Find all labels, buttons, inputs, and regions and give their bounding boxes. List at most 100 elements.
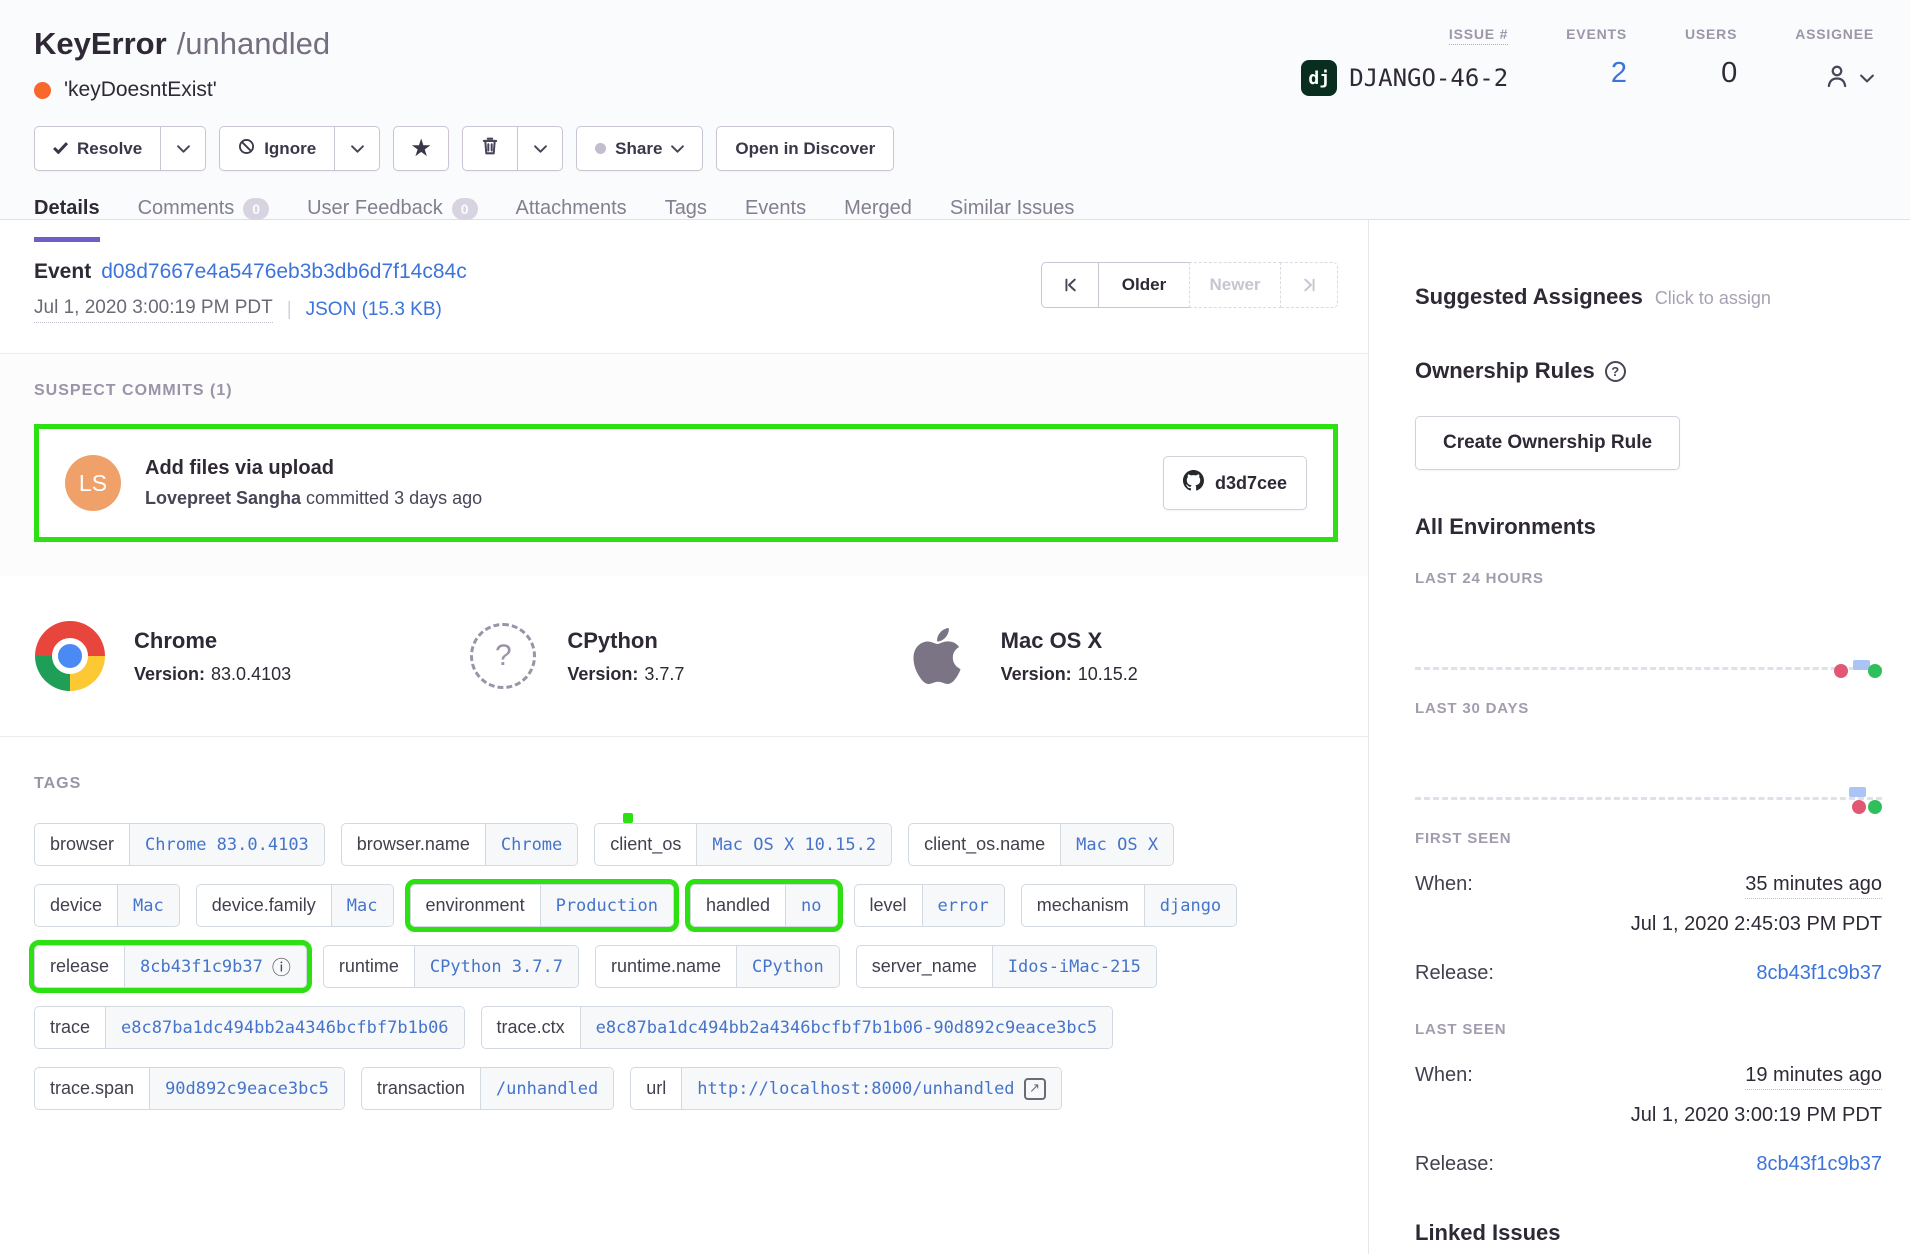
tag-key: mechanism [1022, 885, 1144, 926]
tag-value-link[interactable]: Mac OS X [1060, 824, 1173, 865]
tag-value-text: CPython [752, 957, 824, 977]
tags-heading: TAGS [34, 775, 1334, 793]
separator: | [287, 299, 292, 321]
resolve-dropdown-button[interactable] [160, 126, 206, 171]
tag-pill-environment: environmentProduction [410, 884, 674, 927]
first-seen-release-link[interactable]: 8cb43f1c9b37 [1756, 962, 1882, 985]
version-label: Version: [1001, 664, 1072, 684]
assignee-label: ASSIGNEE [1795, 26, 1874, 42]
resolve-button[interactable]: Resolve [34, 126, 161, 171]
tag-pill-browser: browserChrome 83.0.4103 [34, 823, 325, 866]
tag-value-link[interactable]: Production [540, 885, 673, 926]
tag-pill-transaction: transaction/unhandled [361, 1067, 614, 1110]
tag-key: server_name [857, 946, 992, 987]
tag-value-link[interactable]: http://localhost:8000/unhandled ↗ [681, 1068, 1060, 1109]
ignore-dropdown-button[interactable] [334, 126, 380, 171]
open-in-discover-button[interactable]: Open in Discover [716, 126, 894, 171]
github-icon [1183, 470, 1204, 496]
issue-transaction: /unhandled [177, 26, 330, 61]
tag-value-link[interactable]: Idos-iMac-215 [992, 946, 1156, 987]
tag-value-link[interactable]: CPython 3.7.7 [414, 946, 578, 987]
version-label: Version: [567, 664, 638, 684]
page-title: KeyError/unhandled [34, 24, 330, 64]
tag-value-text: error [938, 896, 989, 916]
tag-pill-server_name: server_nameIdos-iMac-215 [856, 945, 1157, 988]
suspect-commit-card: LS Add files via upload Lovepreet Sangha… [34, 424, 1338, 542]
tag-value-link[interactable]: Mac [117, 885, 179, 926]
tag-pill-device: deviceMac [34, 884, 180, 927]
first-seen-relative: 35 minutes ago [1745, 873, 1882, 899]
tag-pill-trace.span: trace.span90d892c9eace3bc5 [34, 1067, 345, 1110]
tag-value-link[interactable]: Mac [331, 885, 393, 926]
tag-value-text: 8cb43f1c9b37 [140, 957, 263, 977]
help-question-icon[interactable]: ? [1605, 361, 1626, 382]
tags-section: TAGS browserChrome 83.0.4103 browser.name… [0, 737, 1368, 1148]
version-value: 83.0.4103 [211, 664, 291, 684]
delete-dropdown-button[interactable] [517, 126, 563, 171]
last-seen-relative: 19 minutes ago [1745, 1064, 1882, 1090]
create-ownership-rule-button[interactable]: Create Ownership Rule [1415, 416, 1680, 470]
context-runtime: ? CPython Version:3.7.7 [467, 620, 900, 692]
tag-pill-client_os.name: client_os.nameMac OS X [908, 823, 1174, 866]
tag-value-link[interactable]: e8c87ba1dc494bb2a4346bcfbf7b1b06 [105, 1007, 464, 1048]
assignee-dropdown[interactable] [1795, 61, 1874, 96]
tag-value-link[interactable]: django [1144, 885, 1236, 926]
last-24-hours-label: LAST 24 HOURS [1415, 570, 1882, 587]
commit-sha-button[interactable]: d3d7cee [1163, 456, 1307, 510]
tag-value-text: no [801, 896, 821, 916]
tag-pill-url: urlhttp://localhost:8000/unhandled↗ [630, 1067, 1061, 1110]
oldest-event-button[interactable] [1041, 262, 1099, 308]
delete-button[interactable] [462, 126, 518, 171]
assignee-person-icon [1822, 61, 1852, 96]
external-link-icon[interactable]: ↗ [1024, 1078, 1046, 1100]
tab-count-badge: 0 [452, 198, 478, 220]
sparkline-red-marker [1834, 664, 1848, 678]
first-seen-block: FIRST SEEN When: 35 minutes ago Jul 1, 2… [1415, 830, 1882, 985]
last-seen-release-link[interactable]: 8cb43f1c9b37 [1756, 1153, 1882, 1176]
tag-value-text: /unhandled [496, 1079, 598, 1099]
event-id-link[interactable]: d08d7667e4a5476eb3b3db6d7f14c84c [101, 260, 467, 283]
tag-value-link[interactable]: Chrome 83.0.4103 [129, 824, 324, 865]
tag-value-link[interactable]: CPython [736, 946, 839, 987]
tag-value-link[interactable]: 90d892c9eace3bc5 [149, 1068, 344, 1109]
issue-main-column: Eventd08d7667e4a5476eb3b3db6d7f14c84c Ju… [0, 220, 1368, 1254]
event-json-link[interactable]: JSON (15.3 KB) [306, 299, 442, 321]
tag-value-link[interactable]: e8c87ba1dc494bb2a4346bcfbf7b1b06-90d892c… [580, 1007, 1113, 1048]
suspect-commits-heading: SUSPECT COMMITS (1) [34, 382, 1338, 400]
event-label: Event [34, 260, 91, 283]
tag-value-link[interactable]: Mac OS X 10.15.2 [696, 824, 891, 865]
issue-sidebar: Suggested AssigneesClick to assign Owner… [1368, 220, 1910, 1254]
tag-pill-trace.ctx: trace.ctxe8c87ba1dc494bb2a4346bcfbf7b1b0… [481, 1006, 1114, 1049]
tag-key: handled [691, 885, 785, 926]
tag-key: browser.name [342, 824, 485, 865]
tab-label: Details [34, 197, 100, 220]
context-os: Mac OS X Version:10.15.2 [901, 620, 1334, 692]
tag-pill-handled: handled no [690, 884, 838, 927]
star-icon: ★ [412, 136, 431, 161]
last-seen-block: LAST SEEN When: 19 minutes ago Jul 1, 20… [1415, 1021, 1882, 1176]
share-button[interactable]: Share [576, 126, 703, 171]
ignore-button[interactable]: Ignore [219, 126, 335, 171]
stat-events: EVENTS 2 [1566, 26, 1627, 102]
commit-author-avatar: LS [65, 455, 121, 511]
tag-value-link[interactable]: Chrome [485, 824, 577, 865]
tag-value-link[interactable]: no [785, 885, 836, 926]
check-icon [53, 139, 68, 159]
sparkline-green-marker [1868, 800, 1882, 814]
all-environments-title: All Environments [1415, 514, 1882, 540]
tag-value-link[interactable]: /unhandled [480, 1068, 613, 1109]
tag-key: client_os.name [909, 824, 1060, 865]
version-value: 3.7.7 [644, 664, 684, 684]
tab-label: Tags [665, 197, 707, 220]
tab-count-badge: 0 [243, 198, 269, 220]
tag-value-link[interactable]: error [922, 885, 1004, 926]
tag-value-link[interactable]: 8cb43f1c9b37ⓘ [124, 946, 306, 987]
ignore-label: Ignore [264, 139, 316, 159]
issue-type: KeyError [34, 26, 167, 61]
tag-key: environment [411, 885, 540, 926]
suggested-assignees-block: Suggested AssigneesClick to assign [1415, 284, 1882, 310]
older-event-button[interactable]: Older [1098, 262, 1190, 308]
trash-icon [482, 137, 498, 161]
tag-value-text: http://localhost:8000/unhandled [697, 1079, 1014, 1099]
bookmark-star-button[interactable]: ★ [393, 126, 449, 171]
